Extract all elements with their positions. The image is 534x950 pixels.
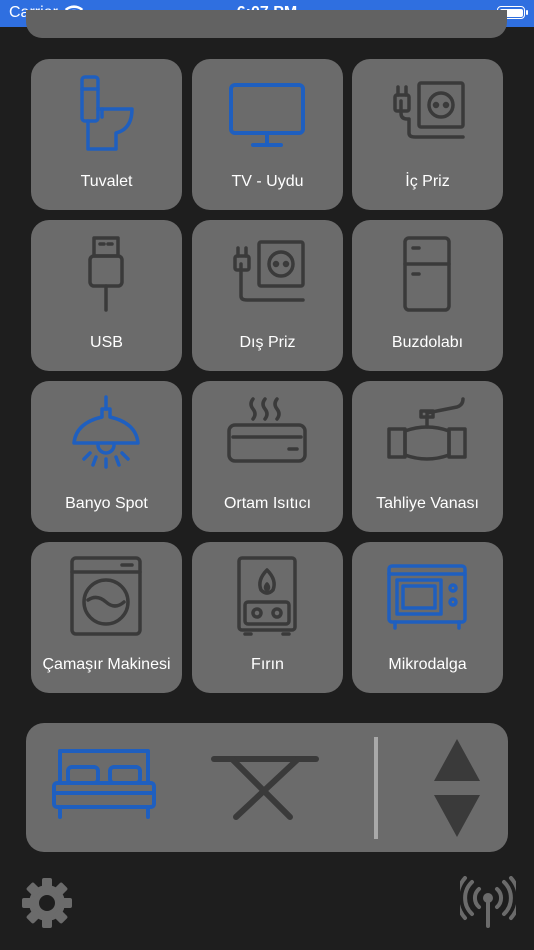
device-label: Tuvalet — [80, 173, 133, 190]
bed-icon[interactable] — [50, 745, 158, 823]
arrow-up-icon[interactable] — [432, 737, 482, 783]
outdoor-socket-icon — [233, 240, 305, 302]
table-icon[interactable] — [210, 753, 320, 821]
device-tile-ortam-isitici[interactable]: Ortam Isıtıcı — [192, 381, 343, 532]
washing-machine-icon — [70, 556, 142, 636]
device-label: Ortam Isıtıcı — [223, 495, 312, 512]
fridge-icon — [403, 236, 451, 312]
device-tile-buzdolabi[interactable]: Buzdolabı — [352, 220, 503, 371]
gear-icon[interactable] — [20, 876, 74, 930]
device-label: Çamaşır Makinesi — [42, 656, 171, 673]
arrow-down-icon[interactable] — [432, 793, 482, 839]
device-tile-dis-priz[interactable]: Dış Priz — [192, 220, 343, 371]
valve-icon — [387, 397, 467, 461]
panel-divider — [374, 737, 378, 839]
device-tile-camasir-makinesi[interactable]: Çamaşır Makinesi — [31, 542, 182, 693]
device-tile-mikrodalga[interactable]: Mikrodalga — [352, 542, 503, 693]
microwave-icon — [387, 564, 467, 630]
device-label: Tahliye Vanası — [376, 495, 479, 512]
device-tile-tv-uydu[interactable]: TV - Uydu — [192, 59, 343, 210]
device-label: Fırın — [251, 656, 284, 673]
device-label: USB — [90, 334, 123, 351]
tv-icon — [229, 83, 305, 147]
device-label: Buzdolabı — [391, 334, 464, 351]
bed-control-panel — [26, 723, 508, 852]
device-tile-tahliye-vanasi[interactable]: Tahliye Vanası — [352, 381, 503, 532]
device-label: Dış Priz — [239, 334, 296, 351]
top-panel-edge — [26, 10, 507, 38]
lamp-icon — [72, 395, 140, 469]
device-label: Banyo Spot — [65, 495, 148, 512]
device-label: İç Priz — [405, 173, 450, 190]
device-tile-firin[interactable]: Fırın — [192, 542, 343, 693]
indoor-socket-icon — [393, 81, 465, 139]
device-label: Mikrodalga — [388, 656, 467, 673]
heater-icon — [227, 397, 307, 463]
usb-icon — [88, 236, 124, 312]
device-tile-usb[interactable]: USB — [31, 220, 182, 371]
device-tile-ic-priz[interactable]: İç Priz — [352, 59, 503, 210]
device-tile-banyo-spot[interactable]: Banyo Spot — [31, 381, 182, 532]
device-tile-tuvalet[interactable]: Tuvalet — [31, 59, 182, 210]
oven-icon — [237, 556, 297, 636]
antenna-icon[interactable] — [460, 876, 516, 928]
toilet-icon — [80, 75, 134, 151]
device-label: TV - Uydu — [231, 173, 304, 190]
